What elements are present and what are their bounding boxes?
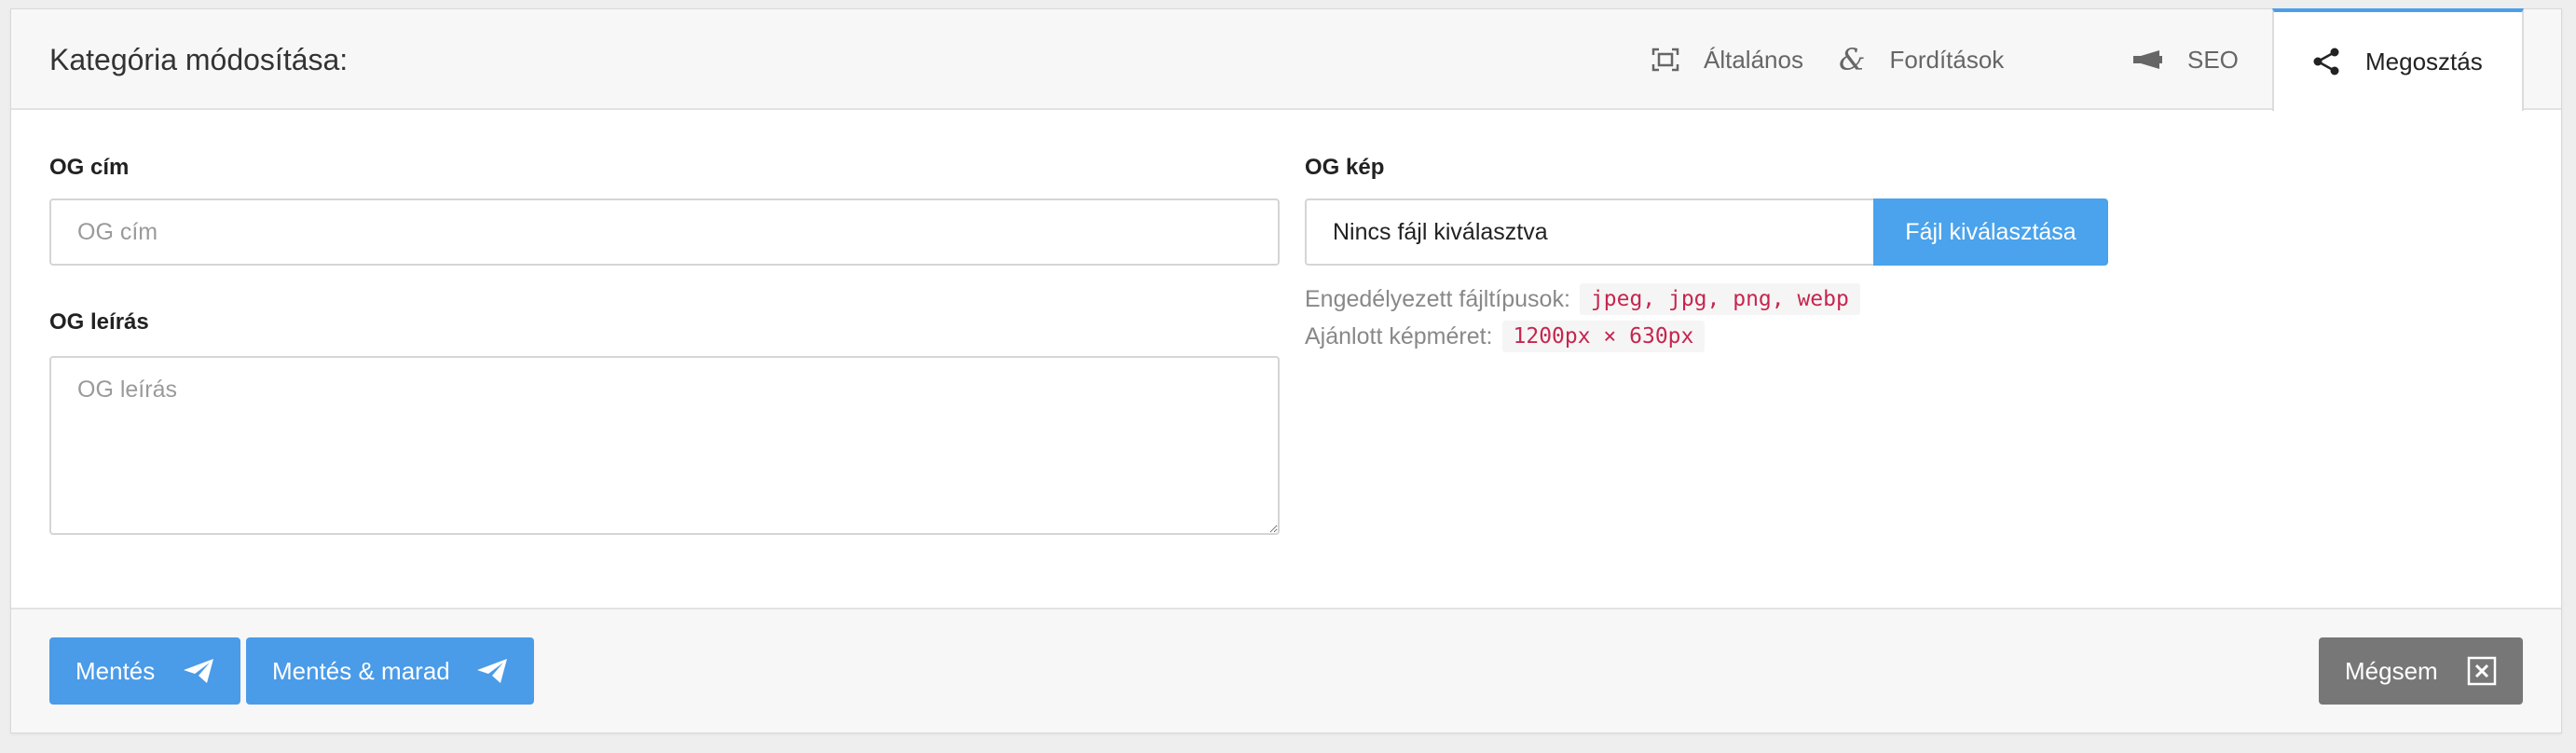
ampersand-icon: & [1839, 42, 1866, 77]
allowed-types-value: jpeg, jpg, png, webp [1579, 283, 1860, 315]
save-button-label: Mentés [75, 656, 156, 685]
og-description-label: OG leírás [49, 309, 149, 335]
save-and-stay-button[interactable]: Mentés & marad [246, 637, 534, 705]
save-button[interactable]: Mentés [49, 637, 240, 705]
tab-translations[interactable]: & Fordítások [1839, 9, 2004, 110]
og-description-textarea[interactable] [49, 356, 1280, 535]
recommended-size-label: Ajánlott képméret: [1305, 322, 1493, 349]
selected-file-name: Nincs fájl kiválasztva [1305, 199, 1873, 266]
cancel-button[interactable]: Mégsem [2319, 637, 2523, 705]
tab-share-label: Megosztás [2365, 47, 2483, 75]
cancel-button-label: Mégsem [2345, 656, 2438, 685]
expand-frame-icon [1651, 48, 1679, 72]
share-icon [2311, 47, 2341, 76]
page-title: Kategória módosítása: [49, 43, 349, 76]
tab-share[interactable]: Megosztás [2272, 8, 2524, 111]
og-title-label: OG cím [49, 155, 130, 180]
card-footer: Mentés Mentés & marad Mégsem [11, 608, 2561, 732]
tab-seo-label: SEO [2187, 45, 2239, 74]
card-header: Kategória módosítása: Általános & Fordít… [11, 8, 2561, 111]
allowed-types-label: Engedélyezett fájltípusok: [1305, 285, 1570, 312]
tab-general-label: Általános [1704, 45, 1803, 74]
tab-general[interactable]: Általános [1651, 9, 1803, 110]
save-and-stay-label: Mentés & marad [272, 656, 450, 685]
og-image-label: OG kép [1305, 155, 1385, 180]
allowed-types-hint: Engedélyezett fájltípusok: jpeg, jpg, pn… [1305, 283, 1860, 315]
edit-category-card: Kategória módosítása: Általános & Fordít… [10, 8, 2562, 733]
recommended-size-value: 1200px × 630px [1501, 321, 1706, 352]
tab-seo[interactable]: SEO [2131, 9, 2239, 110]
recommended-size-hint: Ajánlott képméret: 1200px × 630px [1305, 321, 1706, 352]
megaphone-icon [2131, 48, 2163, 71]
tab-translations-label: Fordítások [1889, 45, 2005, 74]
close-box-icon [2467, 656, 2497, 686]
og-title-input[interactable] [49, 199, 1280, 266]
choose-file-button[interactable]: Fájl kiválasztása [1873, 199, 2108, 266]
og-image-file-input[interactable]: Nincs fájl kiválasztva Fájl kiválasztása [1305, 199, 2108, 266]
paper-plane-icon [476, 658, 508, 684]
paper-plane-icon [183, 658, 214, 684]
